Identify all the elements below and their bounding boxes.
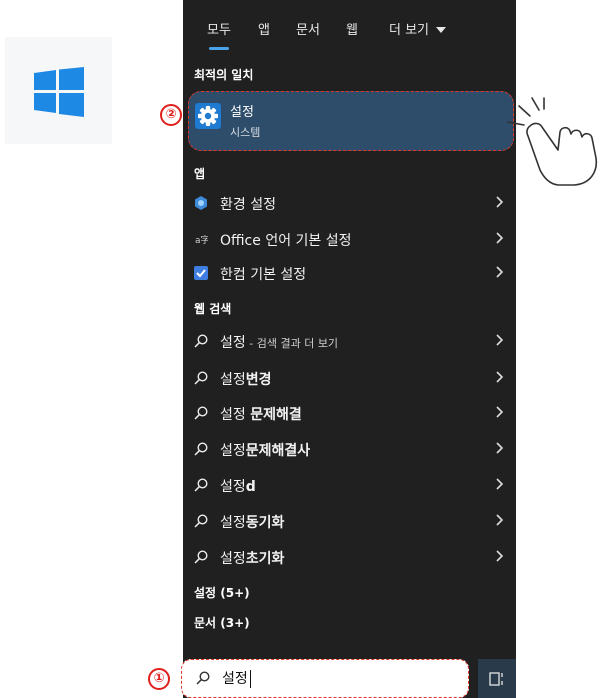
web-result-label: 설정초기화 — [220, 551, 285, 567]
web-result-label: 설정변경 — [220, 372, 272, 388]
task-view-button[interactable] — [478, 659, 516, 698]
search-icon — [194, 550, 208, 564]
active-tab-indicator — [209, 47, 229, 50]
web-result-settings-sync[interactable]: 설정동기화 — [183, 504, 516, 538]
search-icon — [194, 514, 208, 528]
chevron-right-icon — [496, 196, 504, 208]
app-result-office-language[interactable]: a字 Office 언어 기본 설정 — [183, 222, 516, 256]
chevron-right-icon — [496, 550, 504, 562]
gear-icon — [195, 103, 221, 129]
web-result-settings-d[interactable]: 설정d — [183, 468, 516, 502]
text-caret — [250, 670, 251, 688]
windows-start-tile — [5, 37, 112, 144]
office-language-icon: a字 — [195, 234, 208, 246]
chevron-right-icon — [496, 406, 504, 418]
web-result-label: 설정동기화 — [220, 515, 285, 531]
search-icon — [194, 406, 208, 420]
app-result-hancom-settings[interactable]: 한컴 기본 설정 — [183, 256, 516, 290]
app-result-label: 환경 설정 — [220, 197, 276, 213]
chevron-right-icon — [496, 478, 504, 490]
tab-web[interactable]: 웹 — [346, 19, 358, 38]
web-result-settings-troubleshoot[interactable]: 설정 문제해결 — [183, 396, 516, 430]
step-1-marker: ① — [148, 668, 170, 690]
search-input-value: 설정 — [222, 671, 248, 687]
section-documents-more[interactable]: 문서 (3+) — [194, 614, 250, 631]
app-result-label: Office 언어 기본 설정 — [220, 233, 352, 249]
tab-more[interactable]: 더 보기 — [389, 19, 447, 38]
control-panel-icon — [195, 196, 207, 210]
web-result-label: 설정 - 검색 결과 더 보기 — [220, 335, 339, 351]
svg-text:a字: a字 — [195, 234, 208, 246]
pointing-hand-icon — [507, 97, 598, 186]
hancom-settings-icon — [194, 266, 208, 280]
section-best-match: 최적의 일치 — [194, 68, 254, 82]
tab-all[interactable]: 모두 — [207, 19, 231, 38]
web-result-settings-more[interactable]: 설정 - 검색 결과 더 보기 — [183, 324, 516, 358]
chevron-right-icon — [496, 442, 504, 454]
chevron-right-icon — [496, 514, 504, 526]
chevron-right-icon — [496, 371, 504, 383]
chevron-right-icon — [496, 266, 504, 278]
step-2-marker: ② — [160, 104, 182, 126]
section-settings-more[interactable]: 설정 (5+) — [194, 584, 250, 601]
web-result-settings-change[interactable]: 설정변경 — [183, 361, 516, 395]
tab-apps[interactable]: 앱 — [258, 19, 270, 38]
search-icon — [194, 442, 208, 456]
chevron-right-icon — [496, 334, 504, 346]
tab-documents[interactable]: 문서 — [296, 19, 320, 38]
web-result-label: 설정문제해결사 — [220, 443, 311, 459]
tab-more-label: 더 보기 — [389, 23, 430, 38]
chevron-down-icon — [436, 27, 447, 33]
web-result-label: 설정 문제해결 — [220, 407, 302, 423]
search-icon — [196, 671, 210, 685]
section-apps: 앱 — [194, 167, 206, 181]
search-icon — [194, 334, 208, 348]
web-result-label: 설정d — [220, 479, 256, 495]
best-match-title: 설정 — [230, 105, 254, 120]
best-match-settings[interactable] — [188, 91, 514, 151]
web-result-settings-reset[interactable]: 설정초기화 — [183, 540, 516, 574]
app-result-label: 한컴 기본 설정 — [220, 267, 307, 283]
windows-logo-icon — [34, 67, 84, 117]
task-view-icon — [489, 672, 503, 686]
section-web-search: 웹 검색 — [194, 302, 232, 316]
search-icon — [194, 371, 208, 385]
best-match-subtitle: 시스템 — [230, 126, 261, 139]
chevron-right-icon — [496, 232, 504, 244]
app-result-control-panel[interactable]: 환경 설정 — [183, 186, 516, 220]
search-icon — [194, 478, 208, 492]
web-result-settings-troubleshooter[interactable]: 설정문제해결사 — [183, 432, 516, 466]
